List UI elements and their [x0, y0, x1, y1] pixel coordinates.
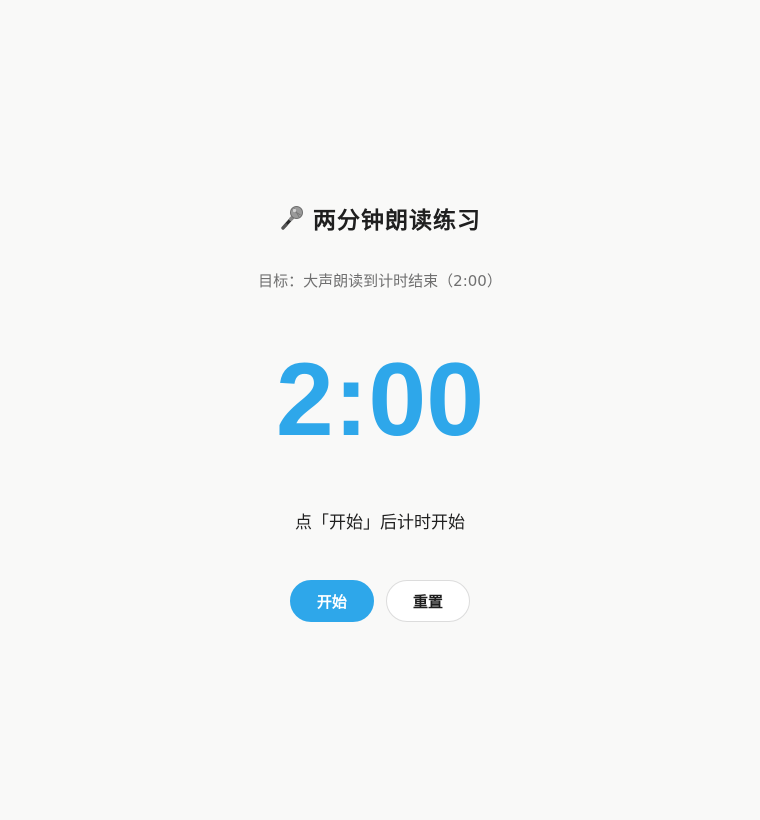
title-row: 两分钟朗读练习: [0, 200, 760, 236]
button-row: 开始 重置: [0, 580, 760, 622]
practice-page: 两分钟朗读练习 目标：大声朗读到计时结束（2:00） 2:00 点「开始」后计时…: [0, 0, 760, 820]
goal-text: 目标：大声朗读到计时结束（2:00）: [258, 272, 502, 290]
microphone-icon: [279, 204, 305, 232]
page-title: 两分钟朗读练习: [313, 208, 481, 234]
timer-display: 2:00: [275, 342, 485, 458]
reset-button[interactable]: 重置: [386, 580, 470, 622]
start-button[interactable]: 开始: [290, 580, 374, 622]
hint-text: 点「开始」后计时开始: [295, 513, 465, 533]
